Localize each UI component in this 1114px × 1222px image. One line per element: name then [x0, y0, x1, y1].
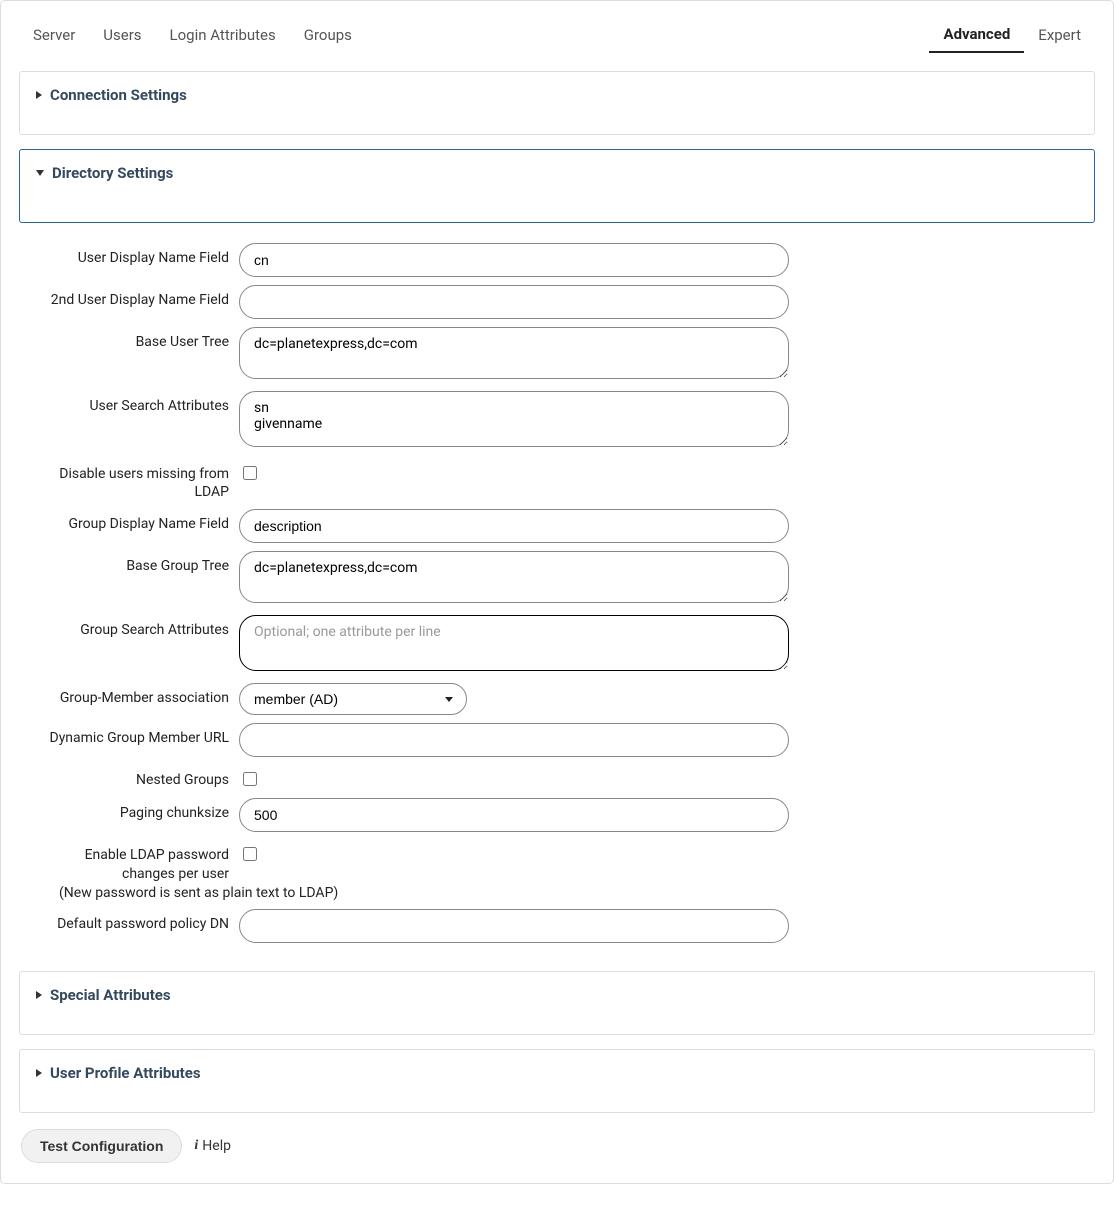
tab-expert[interactable]: Expert [1024, 20, 1095, 52]
label-user-display-name: User Display Name Field [29, 243, 239, 267]
section-user-profile-attributes: User Profile Attributes [19, 1049, 1095, 1113]
footer: Test Configuration i Help [19, 1129, 1095, 1163]
label-dynamic-group-url: Dynamic Group Member URL [29, 723, 239, 747]
section-directory-settings: Directory Settings [19, 149, 1095, 223]
help-link[interactable]: i Help [194, 1138, 231, 1154]
base-user-tree-field[interactable] [239, 327, 789, 379]
user-display-name-field[interactable] [239, 243, 789, 277]
section-header-user-profile[interactable]: User Profile Attributes [36, 1064, 1078, 1082]
tab-server[interactable]: Server [19, 20, 89, 52]
default-pw-policy-field[interactable] [239, 909, 789, 943]
label-base-group-tree: Base Group Tree [29, 551, 239, 575]
section-special-attributes: Special Attributes [19, 971, 1095, 1035]
pw-note: (New password is sent as plain text to L… [59, 885, 338, 901]
label-user-search-attributes: User Search Attributes [29, 391, 239, 415]
paging-chunksize-field[interactable] [239, 798, 789, 832]
section-connection-settings: Connection Settings [19, 71, 1095, 135]
directory-settings-form: User Display Name Field 2nd User Display… [19, 243, 1095, 957]
tabs-bar: Server Users Login Attributes Groups Adv… [19, 11, 1095, 57]
label-group-display-name: Group Display Name Field [29, 509, 239, 533]
chevron-right-icon [36, 91, 42, 99]
label-paging-chunksize: Paging chunksize [29, 798, 239, 822]
enable-pw-change-checkbox[interactable] [243, 847, 257, 861]
help-label: Help [202, 1138, 231, 1154]
section-title: User Profile Attributes [50, 1064, 201, 1082]
group-display-name-field[interactable] [239, 509, 789, 543]
group-search-attributes-field[interactable] [239, 615, 789, 671]
section-header-special[interactable]: Special Attributes [36, 986, 1078, 1004]
dynamic-group-url-field[interactable] [239, 723, 789, 757]
nested-groups-checkbox[interactable] [243, 772, 257, 786]
label-nested-groups: Nested Groups [29, 765, 239, 789]
section-title: Directory Settings [52, 164, 173, 182]
tab-login-attributes[interactable]: Login Attributes [156, 20, 290, 52]
label-enable-pw-change: Enable LDAP password changes per user [29, 840, 239, 882]
tab-groups[interactable]: Groups [290, 20, 366, 52]
label-second-user-display-name: 2nd User Display Name Field [29, 285, 239, 309]
label-base-user-tree: Base User Tree [29, 327, 239, 351]
label-disable-missing: Disable users missing from LDAP [29, 459, 239, 501]
section-header-directory[interactable]: Directory Settings [36, 164, 1078, 182]
label-group-member-assoc: Group-Member association [29, 683, 239, 707]
label-default-pw-policy: Default password policy DN [29, 909, 239, 933]
group-member-assoc-select[interactable]: member (AD) [239, 683, 467, 715]
tab-users[interactable]: Users [89, 20, 155, 52]
section-title: Special Attributes [50, 986, 171, 1004]
section-header-connection[interactable]: Connection Settings [36, 86, 1078, 104]
info-icon: i [194, 1138, 198, 1154]
disable-missing-checkbox[interactable] [243, 466, 257, 480]
base-group-tree-field[interactable] [239, 551, 789, 603]
section-title: Connection Settings [50, 86, 187, 104]
settings-panel: Server Users Login Attributes Groups Adv… [0, 0, 1114, 1184]
chevron-right-icon [36, 991, 42, 999]
tab-advanced[interactable]: Advanced [929, 19, 1024, 53]
second-user-display-name-field[interactable] [239, 285, 789, 319]
label-group-search-attributes: Group Search Attributes [29, 615, 239, 639]
chevron-down-icon [36, 170, 44, 176]
test-configuration-button[interactable]: Test Configuration [21, 1129, 182, 1163]
user-search-attributes-field[interactable] [239, 391, 789, 447]
chevron-right-icon [36, 1069, 42, 1077]
